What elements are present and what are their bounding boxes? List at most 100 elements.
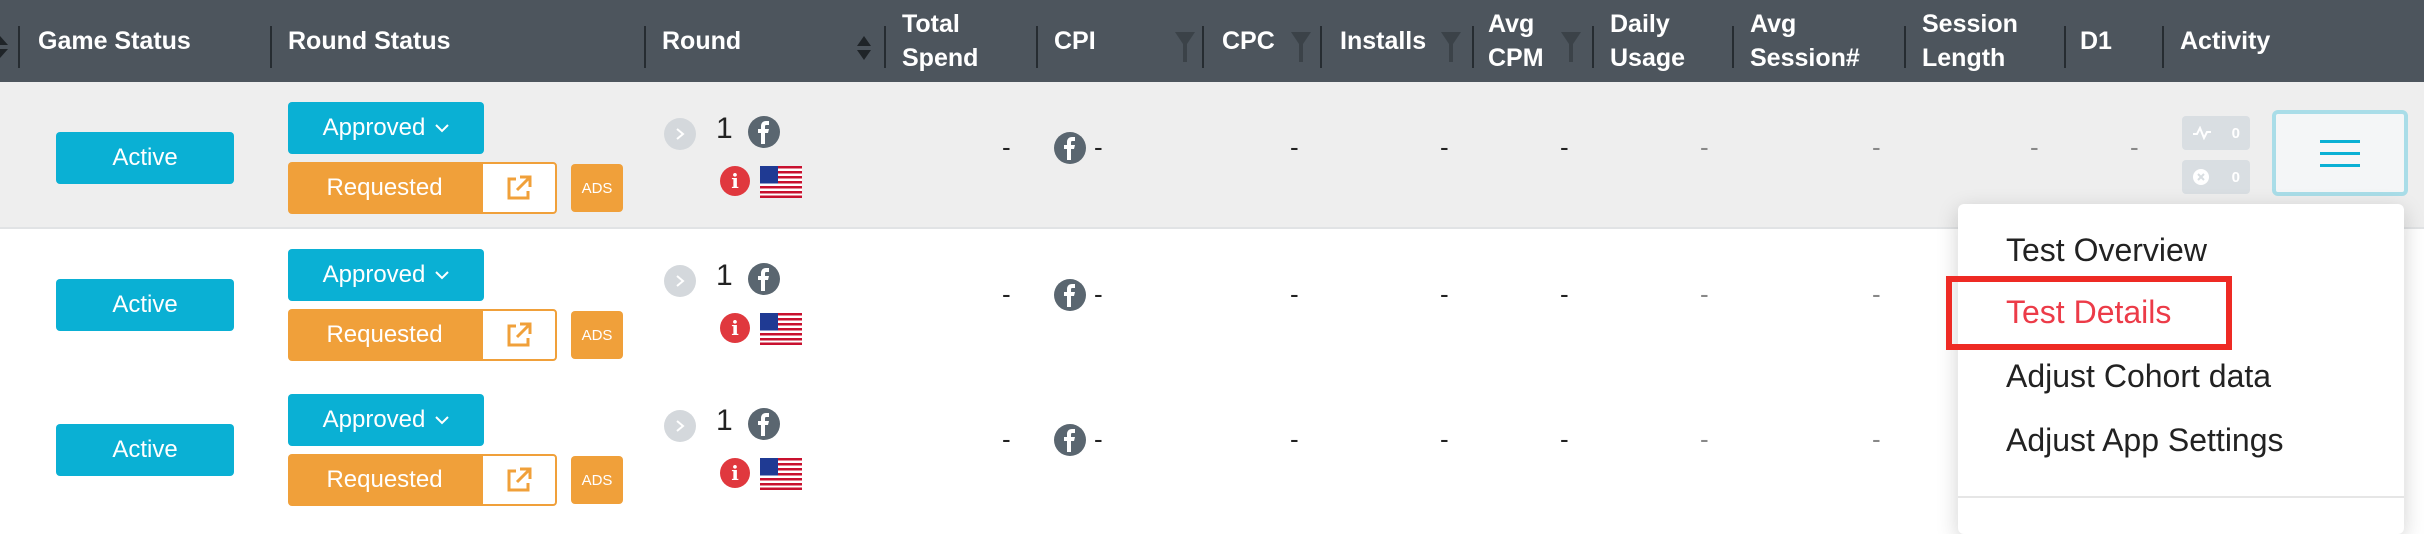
header-daily-usage[interactable]: Daily Usage <box>1610 0 1685 82</box>
header-d1[interactable]: D1 <box>2080 0 2112 82</box>
info-icon[interactable]: i <box>720 166 750 196</box>
close-circle-icon <box>2193 169 2209 185</box>
ads-button[interactable]: ADS <box>571 164 623 212</box>
facebook-icon <box>1054 424 1086 456</box>
facebook-icon <box>748 408 780 440</box>
avg-session-value: - <box>1872 132 1881 162</box>
facebook-icon <box>1054 279 1086 311</box>
column-separator <box>270 26 272 68</box>
expand-round-button[interactable] <box>664 265 696 297</box>
round-status-dropdown[interactable]: Approved <box>288 394 484 446</box>
external-link-icon <box>507 175 532 200</box>
avg-cpm-value: - <box>1560 424 1569 454</box>
header-activity[interactable]: Activity <box>2180 0 2270 82</box>
daily-usage-value: - <box>1700 424 1709 454</box>
sort-icon[interactable] <box>856 34 872 62</box>
cpc-value: - <box>1290 424 1299 454</box>
menu-item-test-overview[interactable]: Test Overview <box>2006 232 2207 269</box>
chevron-down-icon <box>435 271 450 280</box>
d1-value: - <box>2130 132 2139 162</box>
header-session-length[interactable]: Session Length <box>1922 0 2018 82</box>
chevron-right-icon <box>676 275 685 287</box>
cpi-value: - <box>1094 279 1103 309</box>
us-flag-icon <box>760 458 802 490</box>
filter-icon[interactable] <box>1290 30 1312 66</box>
sort-icon[interactable] <box>0 34 10 60</box>
expand-round-button[interactable] <box>664 118 696 150</box>
chevron-right-icon <box>676 128 685 140</box>
info-icon[interactable]: i <box>720 313 750 343</box>
facebook-icon <box>1054 132 1086 164</box>
requested-button[interactable]: Requested <box>288 162 481 214</box>
external-link-button[interactable] <box>481 309 557 361</box>
round-number: 1 <box>716 259 733 292</box>
activity-pulse-icon <box>2193 126 2211 140</box>
round-status-dropdown[interactable]: Approved <box>288 102 484 154</box>
avg-cpm-value: - <box>1560 279 1569 309</box>
total-spend-value: - <box>1002 424 1011 454</box>
us-flag-icon <box>760 313 802 345</box>
game-status-badge[interactable]: Active <box>56 279 234 331</box>
row-menu-button[interactable] <box>2272 110 2408 196</box>
header-avg-cpm[interactable]: Avg CPM <box>1488 0 1544 82</box>
menu-divider <box>1958 496 2404 498</box>
column-separator <box>2064 26 2066 68</box>
chevron-right-icon <box>676 420 685 432</box>
header-game-status[interactable]: Game Status <box>38 0 191 82</box>
game-status-badge[interactable]: Active <box>56 424 234 476</box>
requested-button[interactable]: Requested <box>288 454 481 506</box>
info-icon[interactable]: i <box>720 458 750 488</box>
avg-session-value: - <box>1872 424 1881 454</box>
requested-button[interactable]: Requested <box>288 309 481 361</box>
round-number: 1 <box>716 112 733 145</box>
total-spend-value: - <box>1002 279 1011 309</box>
chevron-down-icon <box>435 124 450 133</box>
filter-icon[interactable] <box>1560 30 1582 66</box>
avg-session-value: - <box>1872 279 1881 309</box>
menu-item-test-details[interactable]: Test Details <box>2006 294 2171 331</box>
cpi-value: - <box>1094 132 1103 162</box>
installs-value: - <box>1440 424 1449 454</box>
header-cpc[interactable]: CPC <box>1222 0 1275 82</box>
column-separator <box>644 26 646 68</box>
header-avg-session[interactable]: Avg Session# <box>1750 0 1860 82</box>
header-round-status[interactable]: Round Status <box>288 0 451 82</box>
header-cpi[interactable]: CPI <box>1054 0 1096 82</box>
external-link-icon <box>507 467 532 492</box>
round-status-dropdown[interactable]: Approved <box>288 249 484 301</box>
table-header: Game Status Round Status Round Total Spe… <box>0 0 2424 82</box>
header-total-spend[interactable]: Total Spend <box>902 0 978 82</box>
game-status-badge[interactable]: Active <box>56 132 234 184</box>
us-flag-icon <box>760 166 802 198</box>
hamburger-menu-icon <box>2320 140 2360 167</box>
facebook-icon <box>748 116 780 148</box>
session-length-value: - <box>2030 132 2039 162</box>
column-separator <box>1036 26 1038 68</box>
filter-icon[interactable] <box>1440 30 1462 66</box>
column-separator <box>1904 26 1906 68</box>
cpi-value: - <box>1094 424 1103 454</box>
column-separator <box>1202 26 1204 68</box>
installs-value: - <box>1440 279 1449 309</box>
column-separator <box>884 26 886 68</box>
header-installs[interactable]: Installs <box>1340 0 1426 82</box>
avg-cpm-value: - <box>1560 132 1569 162</box>
menu-item-adjust-app-settings[interactable]: Adjust App Settings <box>2006 422 2284 459</box>
header-round[interactable]: Round <box>662 0 741 82</box>
column-separator <box>1472 26 1474 68</box>
external-link-button[interactable] <box>481 454 557 506</box>
column-separator <box>1592 26 1594 68</box>
ads-button[interactable]: ADS <box>571 456 623 504</box>
installs-value: - <box>1440 132 1449 162</box>
round-number: 1 <box>716 404 733 437</box>
filter-icon[interactable] <box>1174 30 1196 66</box>
menu-item-adjust-cohort-data[interactable]: Adjust Cohort data <box>2006 358 2271 395</box>
daily-usage-value: - <box>1700 279 1709 309</box>
column-separator <box>1320 26 1322 68</box>
activity-pill[interactable]: 0 <box>2182 116 2250 150</box>
external-link-button[interactable] <box>481 162 557 214</box>
ads-button[interactable]: ADS <box>571 311 623 359</box>
expand-round-button[interactable] <box>664 410 696 442</box>
activity-pill[interactable]: 0 <box>2182 160 2250 194</box>
row-actions-menu: Test Overview Test Details Adjust Cohort… <box>1946 204 2404 534</box>
